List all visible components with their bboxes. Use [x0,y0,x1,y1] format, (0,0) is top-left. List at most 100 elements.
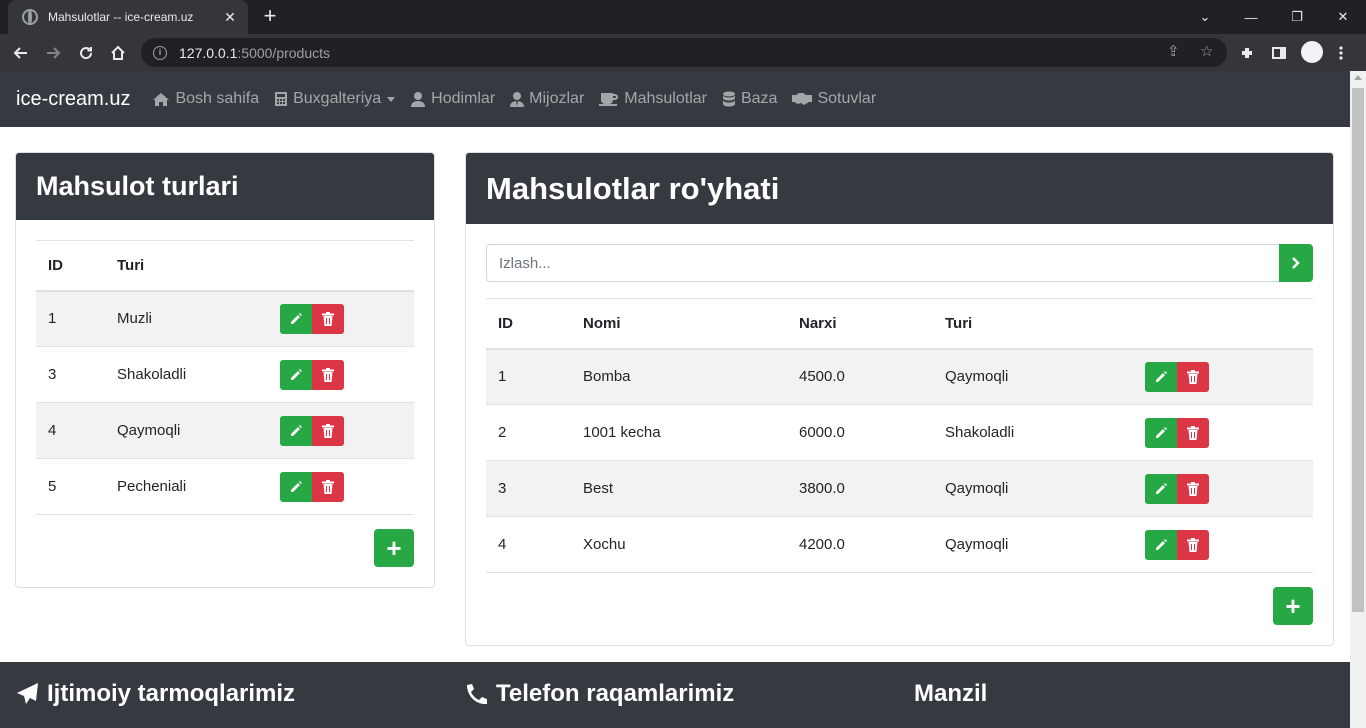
row-actions [268,459,414,515]
col-type: Turi [945,314,973,332]
scroll-thumb[interactable] [1352,88,1364,612]
delete-button[interactable] [1177,417,1209,448]
menu-dots-icon[interactable] [1328,40,1354,66]
user-tie-icon [510,92,525,107]
calculator-icon [275,92,288,106]
table-cell: 6000.0 [799,424,845,441]
url-path: :5000/products [237,44,331,61]
pencil-icon [1156,538,1167,550]
reload-icon[interactable] [73,40,99,66]
edit-button[interactable] [1145,417,1177,448]
row-actions [1133,405,1313,461]
delete-button[interactable] [312,303,344,334]
address-bar[interactable]: i 127.0.0.1:5000/products ⇪ ☆ [141,38,1227,67]
trash-icon [322,367,334,382]
nav-item-products[interactable]: Mahsulotlar [599,90,707,108]
trash-icon [1187,537,1199,552]
tab-search-icon[interactable]: ⌄ [1182,0,1228,34]
edit-button[interactable] [280,303,312,334]
delete-button[interactable] [1177,529,1209,560]
url-host: 127.0.0.1 [179,44,238,61]
edit-button[interactable] [1145,473,1177,504]
table-cell: 3 [48,366,57,383]
home-button-icon[interactable] [105,40,131,66]
pencil-icon [291,424,302,436]
edit-button[interactable] [1145,529,1177,560]
nav-label: Sotuvlar [817,90,877,107]
table-row: 5 Pecheniali [36,459,414,515]
edit-button[interactable] [280,471,312,502]
browser-tabstrip: Mahsulotlar -- ice-cream.uz ✕ + ⌄ — ❐ ✕ [0,0,1366,34]
row-actions [268,403,414,459]
search-button[interactable] [1279,244,1313,282]
info-icon[interactable]: i [153,45,167,60]
trash-icon [1187,369,1199,384]
table-row: 4 Qaymoqli [36,402,414,459]
brand-logo[interactable]: ice-cream.uz [16,88,130,111]
footer-social-title: Ijtimoiy tarmoqlarimiz [47,680,296,707]
products-card: Mahsulotlar ro'yhati ID Nomi Narxi Turi … [465,152,1334,646]
caret-down-icon [387,96,396,102]
close-window-button[interactable]: ✕ [1320,0,1366,34]
table-cell: Qaymoqli [945,480,1009,497]
handshake-icon [792,93,813,105]
table-row: 4 Xochu 4200.0 Qaymoqli [486,517,1313,573]
table-cell: 4500.0 [799,368,845,386]
tab-close-icon[interactable]: ✕ [222,9,238,26]
product-types-table-wrap: ID Turi 1 Muzli 3 Shakoladli 4 Qaymoqli 5 Peche… [36,240,414,515]
table-cell: 1 [48,310,57,328]
delete-button[interactable] [312,415,344,446]
edit-button[interactable] [280,359,312,390]
share-icon[interactable]: ⇪ [1167,42,1180,60]
nav-item-customers[interactable]: Mijozlar [510,90,584,108]
delete-button[interactable] [1177,473,1209,504]
delete-button[interactable] [1177,361,1209,392]
add-type-button[interactable]: + [374,529,414,567]
table-cell: 1001 kecha [583,424,661,441]
restore-button[interactable]: ❐ [1274,0,1320,34]
nav-item-home[interactable]: Bosh sahifa [152,90,259,108]
star-icon[interactable]: ☆ [1200,42,1213,60]
browser-toolbar: i 127.0.0.1:5000/products ⇪ ☆ [0,34,1366,71]
paper-plane-icon [17,683,38,704]
col-price: Narxi [799,314,837,332]
pencil-icon [1156,426,1167,438]
edit-button[interactable] [1145,361,1177,392]
col-actions [268,241,414,291]
page-scrollbar[interactable] [1350,71,1366,728]
table-row: 3 Best 3800.0 Qaymoqli [486,460,1313,517]
minimize-button[interactable]: — [1228,0,1274,34]
nav-item-warehouse[interactable]: Baza [722,90,777,108]
nav-label: Mijozlar [529,90,585,107]
browser-tab[interactable]: Mahsulotlar -- ice-cream.uz ✕ [8,0,248,34]
trash-icon [322,479,334,494]
extensions-icon[interactable] [1234,40,1260,66]
scroll-up-icon[interactable] [1354,75,1362,80]
edit-button[interactable] [280,415,312,446]
col-id: ID [48,256,63,274]
table-header-row: ID Nomi Narxi Turi [486,298,1313,349]
table-cell: Qaymoqli [945,536,1009,553]
home-icon [153,92,170,106]
table-header-row: ID Turi [36,240,414,291]
nav-item-sales[interactable]: Sotuvlar [792,90,876,108]
profile-avatar[interactable] [1301,41,1323,63]
delete-button[interactable] [312,471,344,502]
side-panel-icon[interactable] [1266,40,1292,66]
table-cell: Qaymoqli [945,368,1009,386]
product-types-table: ID Turi 1 Muzli 3 Shakoladli 4 Qaymoqli 5 Peche… [36,240,414,515]
add-product-button[interactable]: + [1273,587,1313,625]
chevron-right-icon [1292,257,1300,269]
col-name: Nomi [583,314,621,332]
new-tab-button[interactable]: + [259,5,281,27]
globe-icon [22,9,38,25]
row-actions [268,347,414,403]
search-input[interactable] [486,244,1279,282]
forward-arrow-icon[interactable] [40,40,66,66]
back-arrow-icon[interactable] [8,40,34,66]
nav-item-employees[interactable]: Hodimlar [410,90,495,108]
pencil-icon [291,312,302,324]
nav-item-accounting[interactable]: Buxgalteriya [274,90,396,108]
table-cell: 5 [48,478,57,495]
delete-button[interactable] [312,359,344,390]
